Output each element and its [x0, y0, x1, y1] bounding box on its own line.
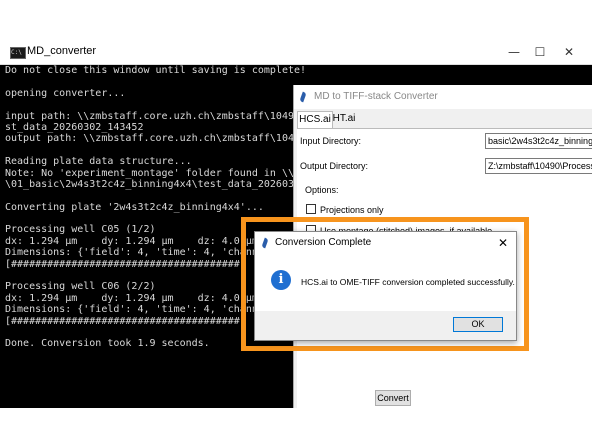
input-directory-label: Input Directory:: [300, 136, 362, 146]
tab-ht-ai[interactable]: HT.ai: [332, 111, 356, 127]
console-app-icon: C:\: [10, 47, 26, 59]
console-line: input path: \\zmbstaff.core.uzh.ch\zmbst…: [5, 110, 305, 122]
console-line: Converting plate '2w4s3t2c4z_binning4x4'…: [5, 201, 264, 213]
maximize-button[interactable]: ☐: [526, 42, 554, 62]
conversion-complete-dialog: Conversion Complete ✕ i HCS.ai to OME-TI…: [254, 231, 517, 341]
output-directory-field[interactable]: Z:\zmbstaff\10490\Processed: [485, 158, 592, 174]
projections-label: Projections only: [320, 205, 384, 215]
console-line: opening converter...: [5, 87, 126, 99]
console-title-bar[interactable]: C:\ MD_converter — ☐ ✕: [0, 40, 592, 65]
convert-button[interactable]: Convert: [375, 390, 411, 406]
options-label: Options:: [305, 185, 339, 195]
projections-checkbox[interactable]: [306, 204, 316, 214]
dialog-message: HCS.ai to OME-TIFF conversion completed …: [301, 277, 515, 287]
console-title: MD_converter: [27, 45, 97, 57]
info-icon: i: [271, 270, 291, 290]
console-line: output path: \\zmbstaff.core.uzh.ch\zmbs…: [5, 133, 305, 145]
console-line: \01_basic\2w4s3t2c4z_binning4x4\test_dat…: [5, 178, 305, 190]
ok-button[interactable]: OK: [453, 317, 503, 332]
tab-hcs-ai[interactable]: HCS.ai: [297, 111, 333, 128]
console-line: st_data_20260302_143452: [5, 121, 144, 133]
output-directory-label: Output Directory:: [300, 161, 369, 171]
converter-title-bar[interactable]: MD to TIFF-stack Converter: [294, 85, 592, 109]
feather-icon: [299, 91, 307, 103]
dialog-title-bar[interactable]: Conversion Complete ✕: [255, 232, 516, 254]
console-line: Note: No 'experiment_montage' folder fou…: [5, 167, 305, 179]
input-directory-field[interactable]: basic\2w4s3t2c4z_binning4x4: [485, 133, 592, 149]
dialog-body: i HCS.ai to OME-TIFF conversion complete…: [255, 254, 516, 311]
console-line: Do not close this window until saving is…: [5, 65, 305, 76]
feather-icon: [261, 237, 269, 249]
dialog-title: Conversion Complete: [275, 237, 372, 248]
dialog-close-button[interactable]: ✕: [495, 235, 511, 251]
console-line: Reading plate data structure...: [5, 156, 192, 168]
converter-title: MD to TIFF-stack Converter: [314, 91, 438, 102]
console-close-button[interactable]: ✕: [555, 42, 583, 62]
minimize-button[interactable]: —: [500, 42, 528, 62]
